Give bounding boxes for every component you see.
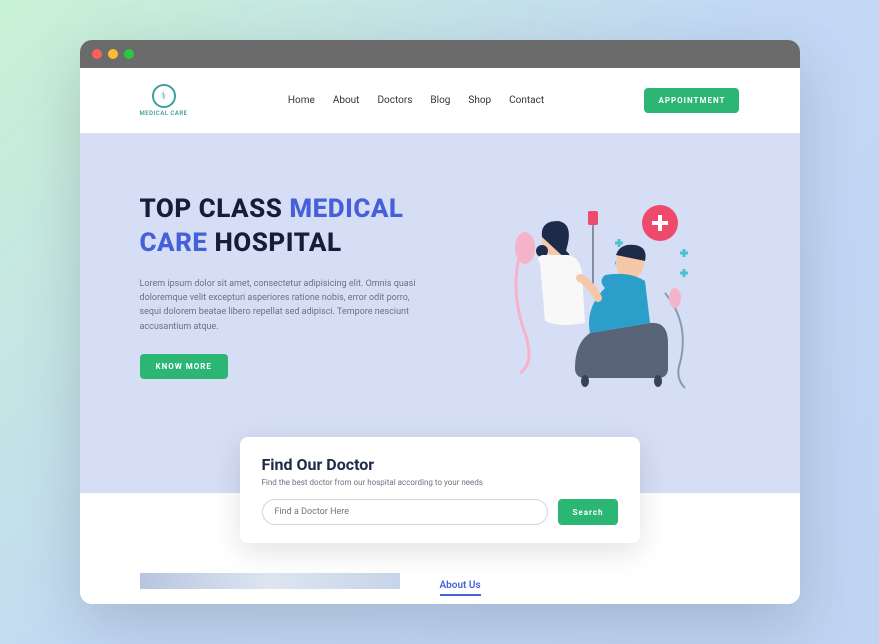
window-titlebar (80, 40, 800, 68)
header: ⚕ MEDICAL CARE Home About Doctors Blog S… (80, 68, 800, 133)
search-subtitle: Find the best doctor from our hospital a… (262, 478, 618, 487)
search-button[interactable]: Search (558, 499, 617, 525)
medical-illustration (490, 193, 710, 393)
about-image (140, 573, 400, 589)
search-row: Search (262, 499, 618, 525)
nav-contact[interactable]: Contact (509, 95, 544, 106)
nav-home[interactable]: Home (288, 95, 315, 106)
main-nav: Home About Doctors Blog Shop Contact (288, 95, 544, 106)
minimize-icon[interactable] (108, 49, 118, 59)
about-us-link[interactable]: About Us (440, 580, 481, 596)
search-card: Find Our Doctor Find the best doctor fro… (240, 437, 640, 543)
logo-text: MEDICAL CARE (140, 110, 188, 117)
logo[interactable]: ⚕ MEDICAL CARE (140, 84, 188, 117)
hero-illustration-wrap (460, 193, 740, 393)
nav-blog[interactable]: Blog (430, 95, 450, 106)
close-icon[interactable] (92, 49, 102, 59)
hero-description: Lorem ipsum dolor sit amet, consectetur … (140, 277, 420, 335)
browser-window: ⚕ MEDICAL CARE Home About Doctors Blog S… (80, 40, 800, 604)
nav-shop[interactable]: Shop (468, 95, 491, 106)
about-content: About Us (440, 573, 740, 596)
appointment-button[interactable]: APPOINTMENT (644, 88, 739, 113)
know-more-button[interactable]: KNOW MORE (140, 354, 228, 379)
nav-about[interactable]: About (333, 95, 360, 106)
hero-content: TOP CLASS MEDICAL CARE HOSPITAL Lorem ip… (140, 193, 420, 393)
search-title: Find Our Doctor (262, 455, 618, 474)
hero-section: TOP CLASS MEDICAL CARE HOSPITAL Lorem ip… (80, 133, 800, 493)
hero-title: TOP CLASS MEDICAL CARE HOSPITAL (140, 193, 420, 261)
maximize-icon[interactable] (124, 49, 134, 59)
search-input[interactable] (262, 499, 549, 525)
nav-doctors[interactable]: Doctors (377, 95, 412, 106)
